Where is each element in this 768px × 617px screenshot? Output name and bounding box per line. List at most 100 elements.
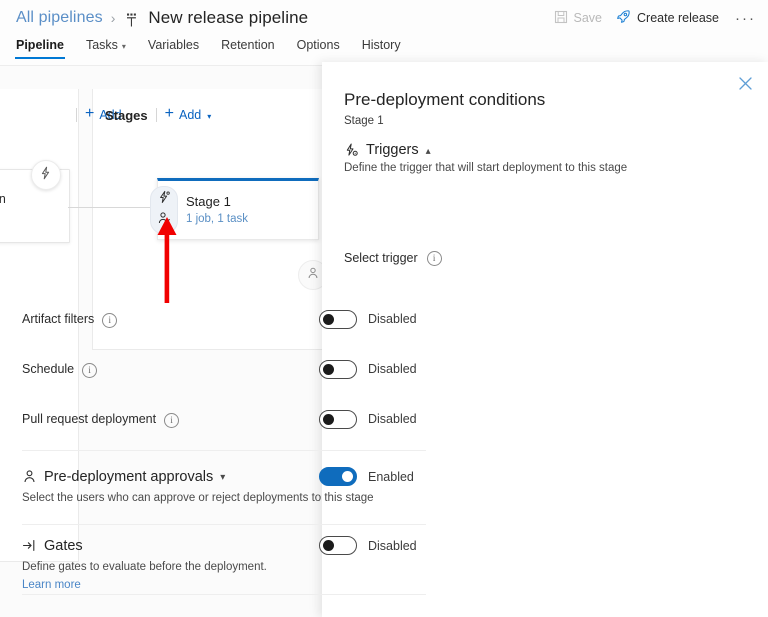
stages-divider [156, 108, 157, 122]
select-trigger-row: Select trigger i [344, 250, 442, 265]
stage-name: Stage 1 [186, 194, 231, 209]
triggers-section: Triggers ▴ Define the trigger that will … [344, 142, 748, 174]
stage-summary[interactable]: 1 job, 1 task [186, 213, 248, 225]
tab-tasks-label: Tasks [86, 38, 118, 52]
person-icon [22, 469, 37, 484]
panel-subtitle: Stage 1 [344, 115, 384, 127]
breadcrumb: All pipelines › New release pipeline [16, 4, 308, 32]
save-icon [554, 10, 568, 27]
info-icon[interactable]: i [102, 313, 117, 328]
tab-history[interactable]: History [362, 38, 401, 59]
create-release-button[interactable]: Create release [616, 9, 719, 27]
pre-deployment-approvals-title-group[interactable]: Pre-deployment approvals ▾ [22, 469, 225, 485]
artifact-filters-row: Artifact filters i Disabled [22, 308, 426, 330]
gates-block: Gates Disabled Define gates to evaluate … [22, 536, 426, 593]
close-icon[interactable] [732, 70, 758, 96]
triggers-title: Triggers [366, 142, 419, 158]
create-release-label: Create release [637, 11, 719, 25]
gates-bottom-divider [22, 594, 426, 595]
header-toolbar: Save Create release ··· [554, 6, 759, 30]
tab-options-label: Options [297, 38, 340, 52]
triggers-description: Define the trigger that will start deplo… [344, 162, 748, 174]
chevron-down-icon[interactable]: ▾ [220, 472, 225, 483]
gates-learn-more-link[interactable]: Learn more [22, 579, 81, 591]
chevron-down-icon: ▾ [207, 112, 211, 121]
stages-title: Stages [105, 108, 148, 123]
pull-request-deployment-label-group: Pull request deployment i [22, 412, 179, 427]
gates-title-group[interactable]: Gates [22, 538, 83, 554]
artifact-stage-connector [68, 207, 158, 208]
pre-deployment-conditions-badge[interactable] [150, 186, 178, 234]
pipeline-icon [123, 12, 140, 29]
person-check-icon [157, 211, 171, 230]
gates-description: Define gates to evaluate before the depl… [22, 560, 426, 575]
plus-icon: + [165, 106, 174, 122]
page-title: New release pipeline [148, 8, 308, 28]
panel-title: Pre-deployment conditions [344, 90, 545, 110]
pull-request-deployment-label: Pull request deployment [22, 412, 156, 426]
tab-retention-label: Retention [221, 38, 275, 52]
tab-options[interactable]: Options [297, 38, 340, 59]
pre-deployment-approvals-control: Enabled [319, 467, 426, 486]
tab-pipeline-label: Pipeline [16, 38, 64, 52]
artifact-filters-toggle[interactable] [319, 310, 357, 329]
pull-request-deployment-state: Disabled [368, 412, 426, 426]
person-icon [306, 266, 320, 285]
gates-control: Disabled [319, 536, 426, 555]
info-icon[interactable]: i [164, 413, 179, 428]
pull-request-deployment-row: Pull request deployment i Disabled [22, 408, 426, 430]
artifact-filters-label: Artifact filters [22, 312, 94, 326]
plus-icon: + [85, 106, 94, 122]
lightning-icon [157, 190, 171, 209]
app-header: All pipelines › New release pipeline Sav [0, 0, 768, 66]
pre-deployment-approvals-description: Select the users who can approve or reje… [22, 491, 426, 506]
tab-pipeline[interactable]: Pipeline [16, 38, 64, 59]
save-label: Save [574, 11, 603, 25]
pre-deployment-approvals-header: Pre-deployment approvals ▾ Enabled [22, 467, 426, 486]
pre-deployment-approvals-state: Enabled [368, 470, 426, 484]
schedule-control: Disabled [319, 360, 426, 379]
approvals-gates-divider [22, 524, 426, 525]
tab-history-label: History [362, 38, 401, 52]
info-icon[interactable]: i [427, 251, 442, 266]
chevron-up-icon[interactable]: ▴ [426, 146, 431, 157]
breadcrumb-all-pipelines-link[interactable]: All pipelines [16, 9, 103, 27]
save-button[interactable]: Save [554, 10, 603, 27]
artifact-name: DemoFun [0, 192, 6, 206]
artifact-trigger-badge[interactable] [31, 160, 61, 190]
pre-deployment-approvals-toggle[interactable] [319, 467, 357, 486]
artifact-filters-label-group: Artifact filters i [22, 312, 117, 327]
schedule-state: Disabled [368, 362, 426, 376]
add-stage-button[interactable]: + Add ▾ [165, 107, 212, 123]
triggers-header[interactable]: Triggers ▴ [344, 142, 748, 158]
stage-card[interactable]: Stage 1 1 job, 1 task [157, 178, 319, 240]
rocket-icon [616, 9, 631, 27]
gates-header: Gates Disabled [22, 536, 426, 555]
gates-state: Disabled [368, 539, 426, 553]
artifact-filters-control: Disabled [319, 310, 426, 329]
schedule-row: Schedule i Disabled [22, 358, 426, 380]
chevron-down-icon: ▾ [122, 42, 126, 51]
add-stage-label: Add [179, 108, 201, 122]
lightning-icon [39, 166, 53, 185]
gates-title: Gates [44, 538, 83, 554]
schedule-label-group: Schedule i [22, 362, 97, 377]
pull-request-deployment-toggle[interactable] [319, 410, 357, 429]
triggers-approvals-divider [22, 450, 426, 451]
stages-header: Stages + Add ▾ [105, 107, 211, 123]
tab-variables-label: Variables [148, 38, 199, 52]
artifact-filters-state: Disabled [368, 312, 426, 326]
select-trigger-label: Select trigger [344, 251, 418, 265]
tab-tasks[interactable]: Tasks ▾ [86, 38, 126, 59]
gates-toggle[interactable] [319, 536, 357, 555]
tab-retention[interactable]: Retention [221, 38, 275, 59]
artifacts-divider [76, 108, 77, 122]
schedule-toggle[interactable] [319, 360, 357, 379]
trigger-gear-icon [344, 143, 359, 158]
info-icon[interactable]: i [82, 363, 97, 378]
more-options-button[interactable]: ··· [733, 10, 758, 27]
pre-deployment-approvals-block: Pre-deployment approvals ▾ Enabled Selec… [22, 467, 426, 506]
gate-arrow-icon [22, 538, 37, 553]
tab-variables[interactable]: Variables [148, 38, 199, 59]
breadcrumb-separator: › [111, 10, 116, 26]
